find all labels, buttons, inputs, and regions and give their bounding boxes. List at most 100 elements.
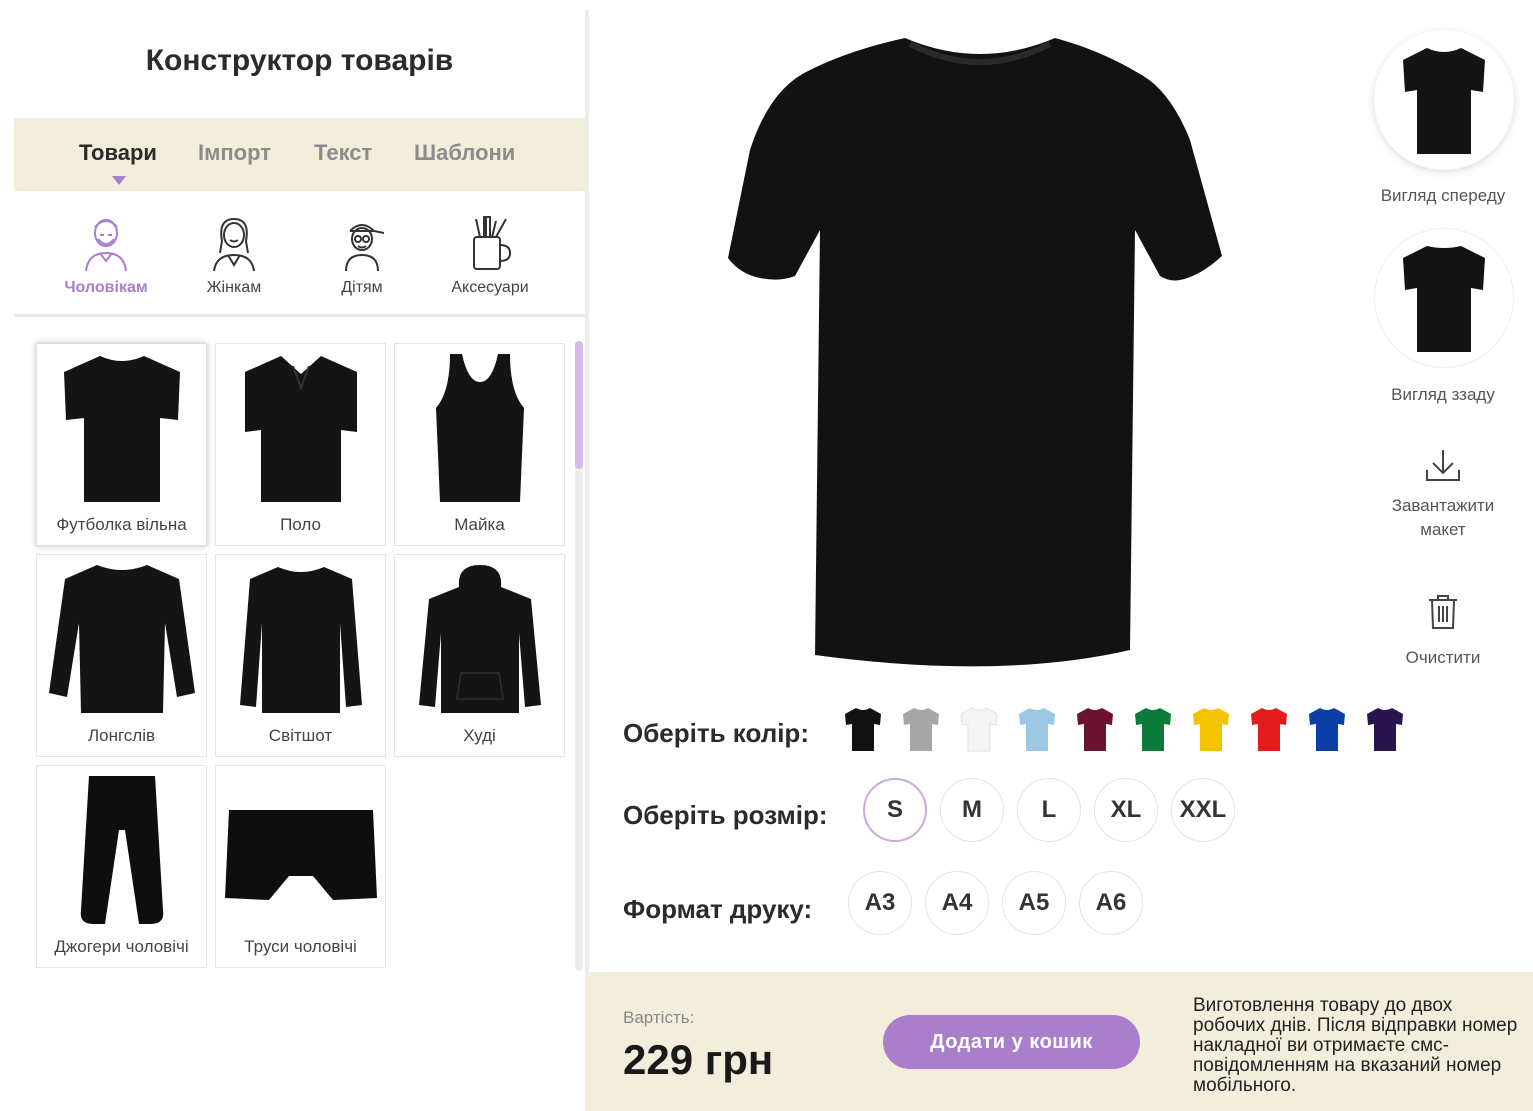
clear-label[interactable]: Очистити (1358, 646, 1528, 670)
size-m-button[interactable]: M (940, 778, 1004, 842)
color-swatch[interactable] (1365, 705, 1405, 753)
tshirt-swatch-icon (1251, 708, 1287, 751)
category-kids-label: Дітям (341, 279, 383, 296)
category-men-label: Чоловікам (64, 279, 148, 296)
tshirt-swatch-icon (1135, 708, 1171, 751)
product-card-label: Світшот (268, 726, 333, 745)
joggers-icon (80, 776, 163, 924)
color-swatch[interactable] (1191, 705, 1231, 753)
tshirt-swatch-icon (1077, 708, 1113, 751)
left-panel: Конструктор товарів Товари Імпорт Текст … (14, 0, 585, 1111)
product-card-label: Джогери чоловічі (54, 937, 189, 956)
tab-products[interactable]: Товари (79, 140, 157, 166)
child-icon (345, 224, 385, 272)
front-view-button[interactable] (1374, 30, 1514, 170)
active-tab-indicator (112, 176, 126, 185)
color-label: Оберіть колір: (623, 718, 809, 748)
product-card-longsleeve[interactable]: Лонгслів (36, 554, 207, 757)
download-icon[interactable] (1423, 448, 1463, 484)
product-card-label: Худі (463, 726, 496, 745)
tshirt-swatch-icon (1193, 708, 1229, 751)
color-swatch[interactable] (901, 705, 941, 753)
product-constructor-app: Конструктор товарів Товари Імпорт Текст … (0, 0, 1533, 1111)
product-card-polo[interactable]: Поло (215, 343, 386, 546)
order-footer: Вартість: 229 грн Додати у кошик Виготов… (585, 972, 1533, 1111)
product-card-label: Майка (454, 515, 505, 534)
product-card-label: Лонгслів (87, 726, 156, 745)
product-card-hoodie[interactable]: Худі (394, 554, 565, 757)
product-card-sweatshirt[interactable]: Світшот (215, 554, 386, 757)
tshirt-swatch-icon (845, 708, 881, 751)
color-swatch[interactable] (1075, 705, 1115, 753)
size-xxl-button[interactable]: XXL (1171, 778, 1235, 842)
back-view-label: Вигляд ззаду (1391, 385, 1495, 404)
category-women-label: Жінкам (206, 279, 262, 296)
back-view-button[interactable] (1374, 228, 1514, 368)
product-card-label: Поло (280, 515, 321, 534)
color-swatch[interactable] (1249, 705, 1289, 753)
download-layout-label[interactable]: Завантажити макет (1358, 494, 1528, 542)
product-grid: Футболка вільна Поло Майка Лонгслів Світ… (14, 317, 585, 977)
color-swatch[interactable] (1017, 705, 1057, 753)
category-bar: Чоловікам Жінкам Дітям Аксесуари (14, 191, 585, 317)
tshirt-preview-image (728, 38, 1222, 667)
format-a3-button[interactable]: A3 (848, 871, 912, 935)
category-kids[interactable]: Дітям (302, 213, 422, 297)
polo-icon (244, 356, 357, 502)
tshirt-swatch-icon (960, 707, 998, 752)
product-card-label: Футболка вільна (56, 515, 187, 534)
add-to-cart-button[interactable]: Додати у кошик (883, 1015, 1140, 1069)
trash-icon[interactable] (1423, 594, 1463, 630)
category-accessories[interactable]: Аксесуари (430, 213, 550, 297)
size-xl-button[interactable]: XL (1094, 778, 1158, 842)
category-accessories-label: Аксесуари (451, 279, 529, 296)
tshirt-icon (63, 356, 180, 502)
tab-text[interactable]: Текст (314, 140, 372, 166)
tab-templates[interactable]: Шаблони (414, 140, 515, 166)
tank-top-icon (435, 354, 524, 502)
tshirt-swatch-icon (1019, 708, 1055, 751)
tshirt-swatch-icon (1309, 708, 1345, 751)
production-note: Виготовлення товару до двох робочих днів… (1193, 995, 1518, 1096)
size-l-button[interactable]: L (1017, 778, 1081, 842)
tab-import[interactable]: Імпорт (198, 140, 271, 166)
sweatshirt-icon (239, 567, 362, 713)
color-swatch[interactable] (1307, 705, 1347, 753)
price-label: Вартість: (623, 1008, 695, 1027)
front-view-label: Вигляд спереду (1380, 186, 1506, 205)
product-preview[interactable] (700, 30, 1260, 685)
format-a5-button[interactable]: A5 (1002, 871, 1066, 935)
tshirt-front-thumb-icon (1403, 48, 1485, 154)
product-card-boxers[interactable]: Труси чоловічі (215, 765, 386, 968)
color-swatch[interactable] (843, 705, 883, 753)
download-label-line-2: макет (1420, 520, 1466, 539)
scrollbar-thumb[interactable] (575, 341, 583, 469)
tab-bar: Товари Імпорт Текст Шаблони (14, 118, 585, 191)
price-value: 229 грн (623, 1036, 774, 1083)
product-grid-scrollbar[interactable] (575, 341, 583, 971)
tshirt-back-thumb-icon (1403, 246, 1485, 352)
woman-icon (213, 217, 255, 272)
boxers-icon (224, 810, 377, 900)
download-label-line-1: Завантажити (1391, 496, 1495, 515)
product-card-label: Труси чоловічі (244, 937, 357, 956)
hoodie-icon (418, 565, 541, 713)
man-icon (85, 219, 127, 272)
color-swatch[interactable] (1133, 705, 1173, 753)
panel-title: Конструктор товарів (145, 44, 454, 77)
format-a6-button[interactable]: A6 (1079, 871, 1143, 935)
format-a4-button[interactable]: A4 (925, 871, 989, 935)
size-s-button[interactable]: S (863, 778, 927, 842)
longsleeve-icon (48, 565, 195, 713)
color-swatch[interactable] (959, 705, 999, 753)
tshirt-swatch-icon (1367, 708, 1403, 751)
accessories-icon (473, 216, 512, 270)
category-women[interactable]: Жінкам (174, 213, 294, 297)
panel-divider (585, 10, 589, 972)
format-label: Формат друку: (623, 894, 813, 924)
size-label: Оберіть розмір: (623, 800, 828, 830)
category-men[interactable]: Чоловікам (46, 213, 166, 297)
product-card-tshirt[interactable]: Футболка вільна (36, 343, 207, 546)
product-card-joggers[interactable]: Джогери чоловічі (36, 765, 207, 968)
product-card-tank[interactable]: Майка (394, 343, 565, 546)
